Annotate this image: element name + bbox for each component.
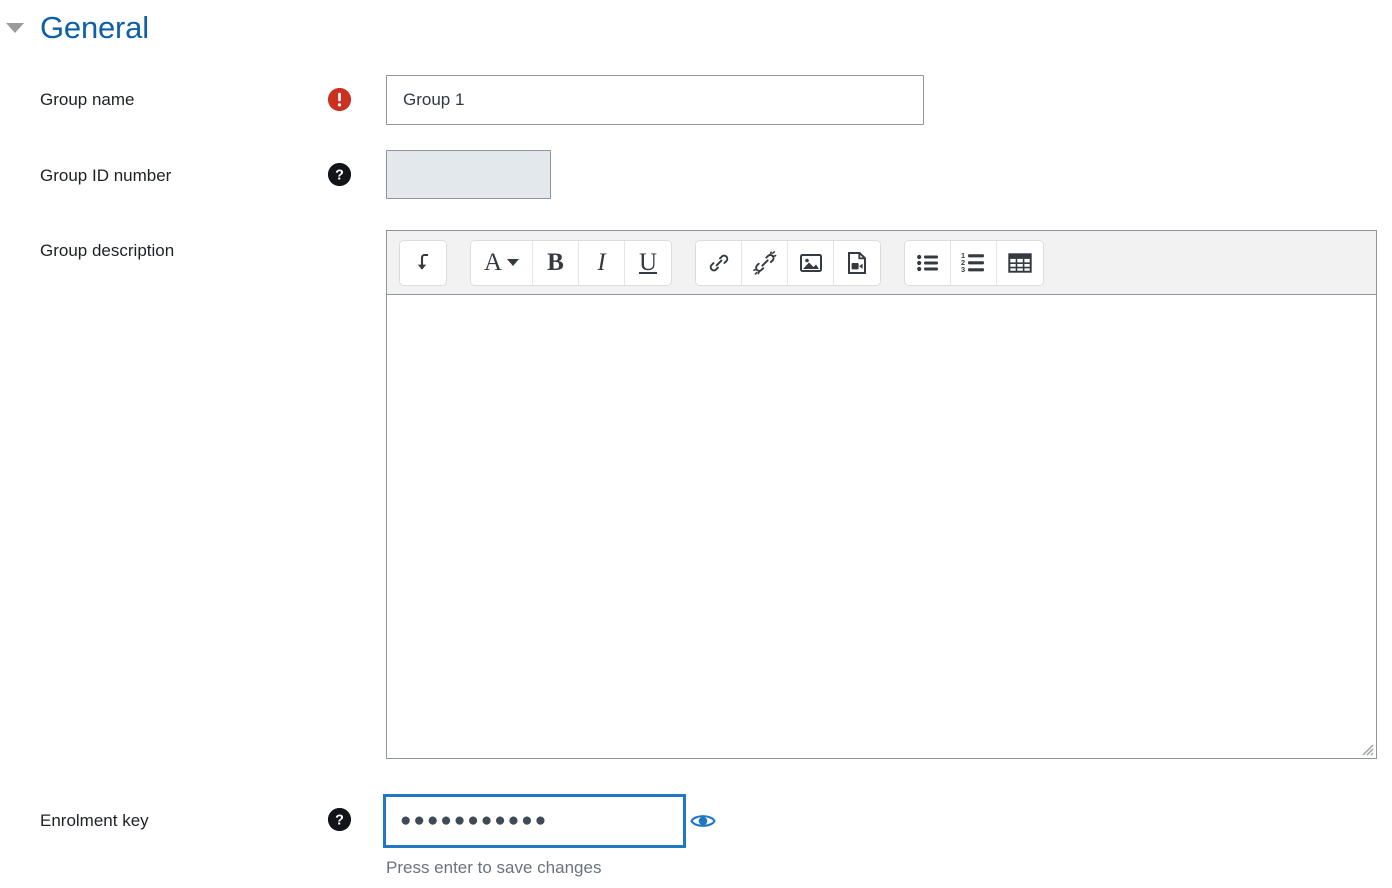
- enrolment-key-hint: Press enter to save changes: [386, 858, 602, 877]
- unlink-icon: [752, 250, 776, 275]
- eye-icon: [690, 815, 716, 827]
- link-icon: [709, 254, 728, 271]
- svg-text:?: ?: [335, 813, 344, 829]
- bullet-list-button[interactable]: [905, 240, 951, 285]
- help-icon-slot-group-id: ?: [328, 163, 352, 187]
- help-icon-slot-enrolment-key: ?: [328, 808, 352, 832]
- underline-icon: U: [638, 249, 658, 276]
- underline-button[interactable]: U: [625, 240, 671, 285]
- toolbar-group-expand: [399, 239, 447, 286]
- link-button[interactable]: [696, 240, 742, 285]
- font-style-button[interactable]: A: [471, 240, 533, 285]
- media-icon: [848, 251, 866, 274]
- toolbar-group-lists: 1 2 3: [904, 239, 1044, 286]
- editor-toolbar: A B I U 1 2 3: [387, 231, 1376, 295]
- italic-button[interactable]: I: [579, 240, 625, 285]
- resize-grip-icon[interactable]: [1358, 740, 1374, 756]
- enrolment-key-input[interactable]: [386, 797, 683, 845]
- required-icon[interactable]: [328, 88, 351, 111]
- toolbar-group-style: A B I U: [470, 239, 672, 286]
- group-description-editor-area[interactable]: [387, 295, 1376, 758]
- rich-text-editor: A B I U 1 2 3: [386, 230, 1377, 759]
- expand-toolbar-button[interactable]: [400, 240, 446, 285]
- help-icon[interactable]: ?: [328, 163, 351, 186]
- group-id-number-label: Group ID number: [40, 166, 172, 185]
- enrolment-key-label: Enrolment key: [40, 811, 149, 830]
- font-style-a-icon: A: [483, 249, 503, 276]
- group-name-label: Group name: [40, 90, 135, 109]
- numbered-list-button[interactable]: 1 2 3: [951, 240, 997, 285]
- caret-down-icon: [6, 22, 24, 33]
- group-name-input[interactable]: [386, 75, 924, 125]
- reveal-enrolment-key-button[interactable]: [690, 808, 716, 834]
- image-button[interactable]: [788, 240, 834, 285]
- svg-text:?: ?: [335, 168, 344, 184]
- toolbar-group-insert: [695, 239, 881, 286]
- bold-icon: B: [547, 249, 564, 276]
- collapse-toggle-button[interactable]: [0, 13, 30, 43]
- media-button[interactable]: [834, 240, 880, 285]
- unlink-button[interactable]: [742, 240, 788, 285]
- bold-button[interactable]: B: [533, 240, 579, 285]
- chevron-down-icon: [507, 259, 520, 266]
- table-icon: [1008, 252, 1032, 273]
- group-description-label: Group description: [40, 241, 175, 260]
- svg-text:3: 3: [961, 265, 965, 273]
- required-icon-slot: [328, 88, 352, 112]
- group-id-number-input[interactable]: [386, 150, 551, 199]
- help-icon[interactable]: ?: [328, 808, 351, 831]
- italic-icon: I: [597, 249, 606, 276]
- page-title: General: [40, 10, 149, 45]
- table-button[interactable]: [997, 240, 1043, 285]
- numbered-list-icon: 1 2 3: [961, 252, 984, 273]
- enrolment-key-field-wrapper: [383, 794, 686, 848]
- section-header-general: General: [0, 12, 149, 43]
- bullet-list-icon: [916, 254, 938, 271]
- arrow-down-hook-icon: [417, 253, 429, 270]
- image-icon: [799, 253, 822, 272]
